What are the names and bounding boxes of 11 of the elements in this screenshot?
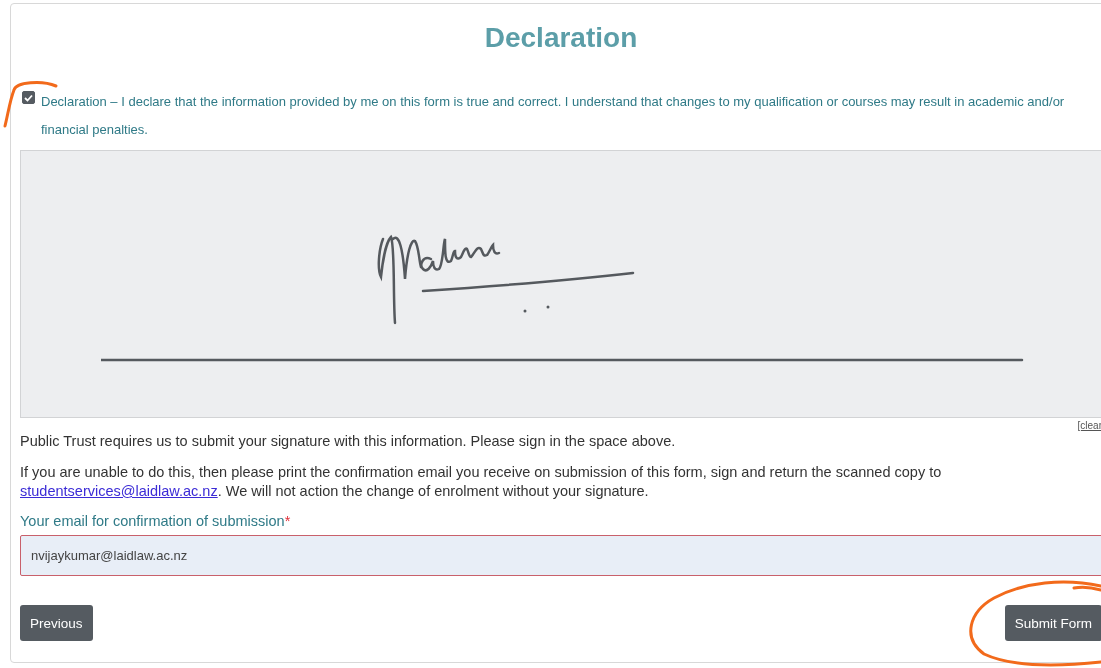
declaration-text: Declaration – I declare that the information provided by me on this form is true and correct. I understand that changes to my qualification or courses may result in academic and/or financial penalties. (41, 93, 1066, 139)
email-field[interactable]: nvijaykumar@laidlaw.ac.nz (20, 535, 1101, 576)
form-title: Declaration (483, 22, 639, 54)
submit-button[interactable]: Submit Form (1004, 605, 1101, 641)
signature-note: Public Trust requires us to submit your signature with this information. Please sign in the space above. (20, 432, 677, 451)
declaration-checkbox[interactable] (22, 91, 35, 104)
previous-button[interactable]: Previous (20, 605, 93, 641)
fallback-note: If you are unable to do this, then please print the confirmation email you receive on submission of this form, sign and return the scanned copy to studentservices@laidlaw.ac.nz. We will not action the change of enrolment without your signature. (20, 463, 943, 501)
email-label: Your email for confirmation of submission* (20, 513, 292, 529)
clear-link[interactable]: [clear (1077, 420, 1101, 432)
email-link[interactable]: studentservices@laidlaw.ac.nz (20, 483, 218, 499)
